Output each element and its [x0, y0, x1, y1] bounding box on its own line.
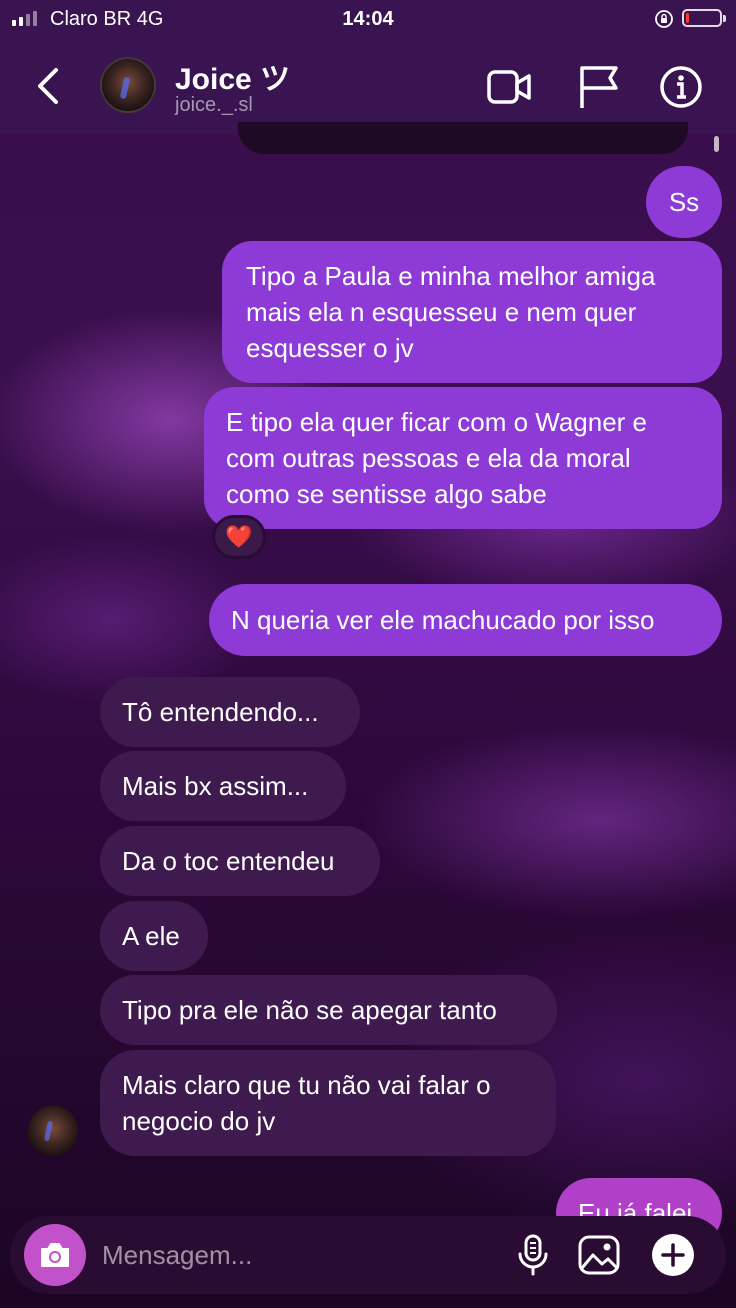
- scroll-indicator[interactable]: [714, 136, 719, 152]
- message-text-line: mais ela n esquesseu e nem quer: [246, 297, 637, 327]
- message-bubble-incoming[interactable]: Mais bx assim...: [100, 751, 346, 821]
- message-text-line: como se sentisse algo sabe: [226, 479, 547, 509]
- battery-icon: [682, 9, 726, 27]
- sender-avatar[interactable]: [28, 1106, 78, 1156]
- message-text: Ss: [668, 187, 700, 217]
- message-bubble-incoming[interactable]: A ele: [100, 901, 208, 971]
- flag-icon[interactable]: [576, 64, 622, 110]
- battery-level: [686, 13, 689, 23]
- message-bubble-outgoing[interactable]: N queria ver ele machucado por isso: [209, 584, 722, 656]
- message-bubble-incoming[interactable]: Da o toc entendeu: [100, 826, 380, 896]
- message-text-line: Mais claro que tu não vai falar o: [122, 1070, 491, 1100]
- message-text: Da o toc entendeu: [122, 846, 335, 876]
- message-bubble-incoming[interactable]: Tô entendendo...: [100, 677, 360, 747]
- camera-icon: [41, 1243, 69, 1267]
- message-text: N queria ver ele machucado por isso: [231, 605, 655, 635]
- message-text-line: negocio do jv: [122, 1106, 276, 1136]
- plus-icon[interactable]: [650, 1232, 696, 1278]
- message-bubble-outgoing[interactable]: E tipo ela quer ficar com o Wagner e com…: [204, 387, 722, 529]
- info-icon[interactable]: [658, 64, 704, 110]
- camera-button[interactable]: [24, 1224, 86, 1286]
- message-input[interactable]: [102, 1236, 482, 1274]
- message-text-line: esquesser o jv: [246, 333, 414, 363]
- heart-emoji: ❤️: [225, 524, 253, 549]
- message-bubble-outgoing[interactable]: Tipo a Paula e minha melhor amiga mais e…: [222, 241, 722, 383]
- message-composer: [10, 1216, 726, 1294]
- heart-reaction[interactable]: ❤️: [212, 515, 266, 559]
- message-bubble-incoming[interactable]: Mais claro que tu não vai falar o negoci…: [100, 1050, 556, 1156]
- status-bar: Claro BR 4G 14:04: [0, 0, 736, 40]
- message-text-line: E tipo ela quer ficar com o Wagner e: [226, 407, 648, 437]
- message-text-line: com outras pessoas e ela da moral: [226, 443, 631, 473]
- clock: 14:04: [342, 8, 394, 30]
- message-text-line: Tipo a Paula e minha melhor amiga: [246, 261, 656, 291]
- orientation-lock-icon: [655, 10, 673, 28]
- chat-header: Joice ツ joice._.sl: [0, 40, 736, 134]
- message-text: A ele: [122, 921, 180, 951]
- contact-username[interactable]: joice._.sl: [175, 94, 253, 117]
- video-camera-icon[interactable]: [486, 64, 532, 110]
- contact-name[interactable]: Joice ツ: [175, 54, 290, 98]
- back-chevron-icon[interactable]: [30, 64, 70, 108]
- message-bubble-incoming[interactable]: Tipo pra ele não se apegar tanto: [100, 975, 557, 1045]
- message-text: Tô entendendo...: [122, 697, 319, 727]
- avatar[interactable]: [100, 57, 156, 113]
- microphone-icon[interactable]: [510, 1232, 556, 1278]
- previous-message-bubble: [238, 122, 688, 154]
- message-bubble-outgoing[interactable]: Ss: [646, 166, 722, 238]
- message-text: Mais bx assim...: [122, 771, 309, 801]
- message-text: Tipo pra ele não se apegar tanto: [122, 995, 497, 1025]
- gallery-icon[interactable]: [576, 1232, 622, 1278]
